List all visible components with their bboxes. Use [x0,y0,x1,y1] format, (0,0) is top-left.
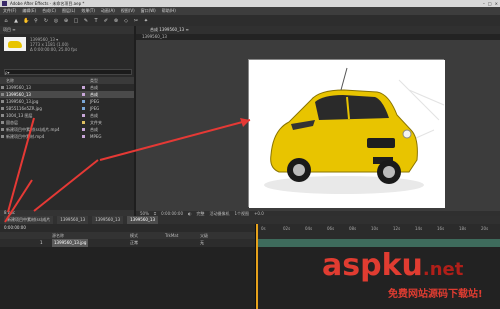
watermark-subtitle: 免费网站源码下载站! [388,289,483,300]
watermark-main: aspku [322,248,423,283]
arrow-line-to-canvas [99,119,251,161]
watermark-suffix: .net [422,259,464,280]
watermark-logo: aspku.net [322,251,463,285]
arrow-head [240,118,250,127]
arrow-line-to-footer [33,159,99,212]
arrow-line-diagonal [4,179,33,223]
